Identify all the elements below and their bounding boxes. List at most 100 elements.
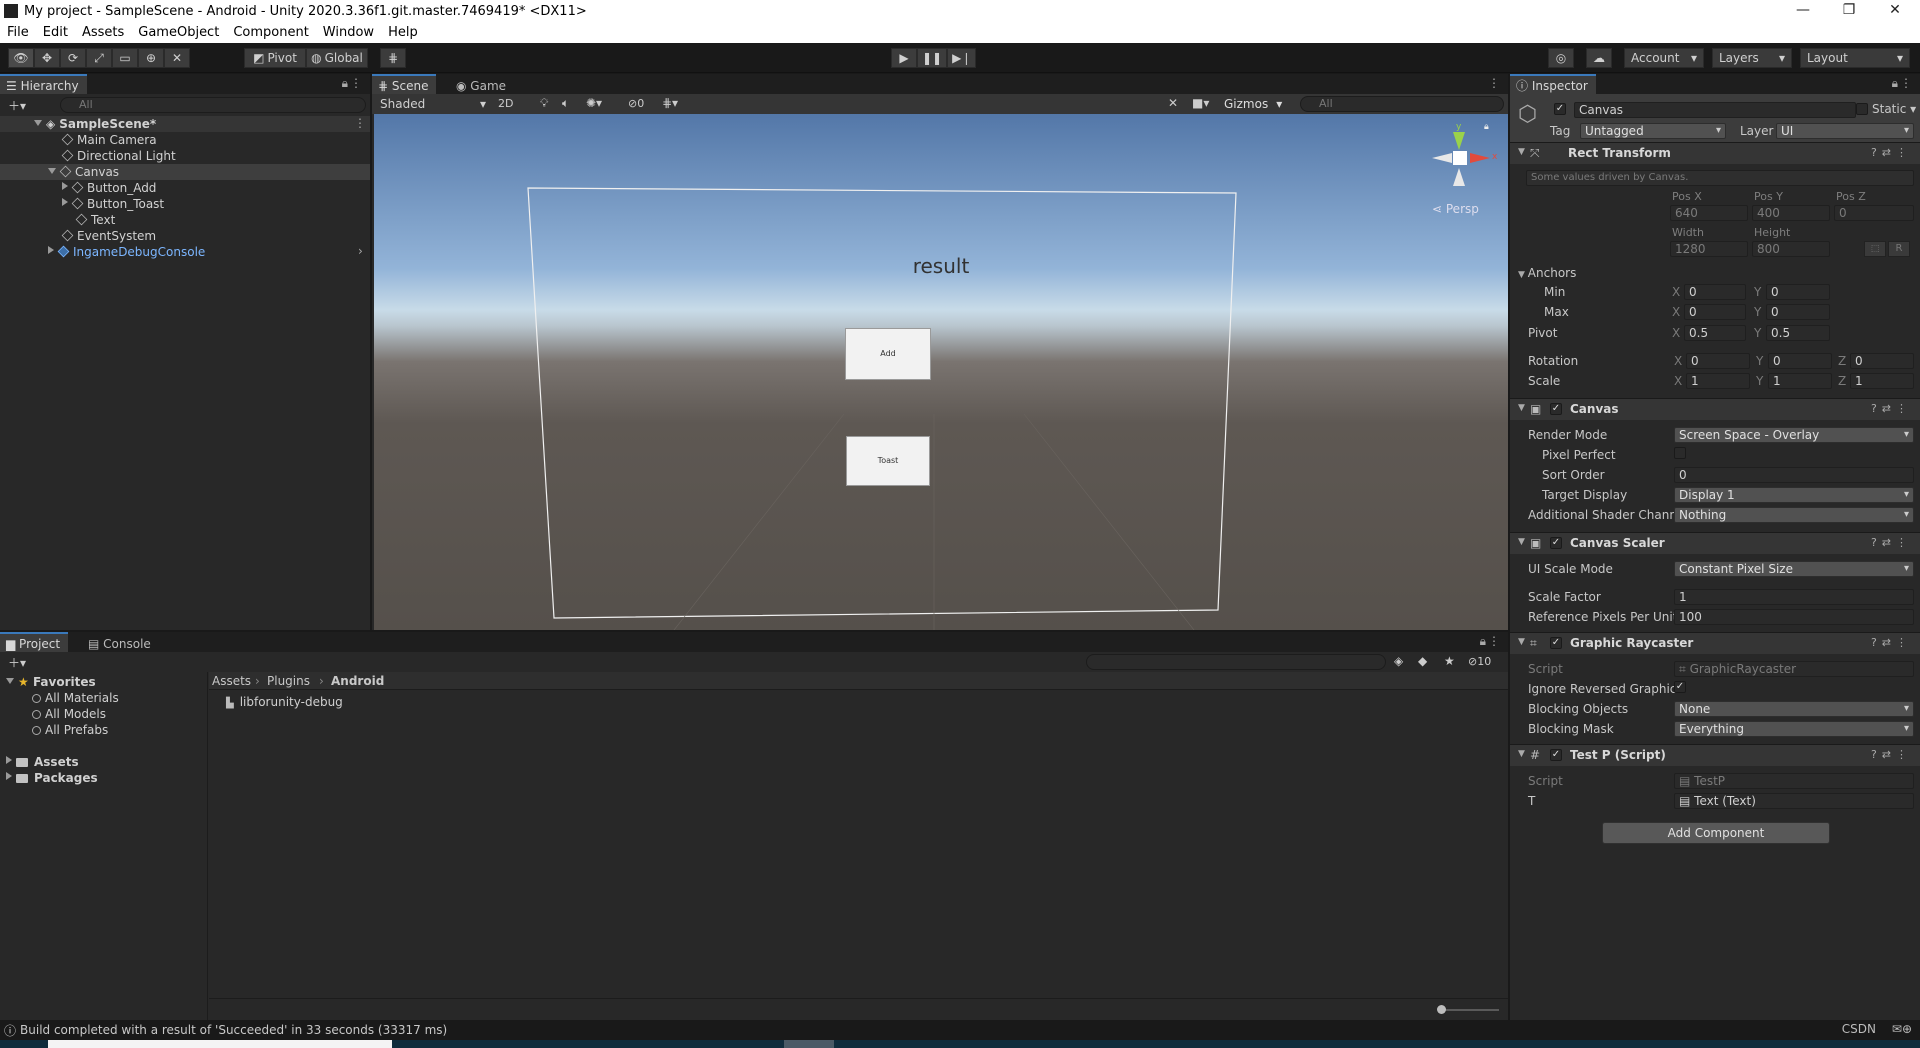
scene-button-add[interactable]: Add <box>845 328 931 380</box>
ref-ppu-field[interactable]: 100 <box>1674 609 1914 625</box>
ui-scale-mode-dropdown[interactable]: Constant Pixel Size <box>1674 561 1914 577</box>
effects-icon[interactable]: ✺▾ <box>586 96 602 110</box>
target-display-dropdown[interactable]: Display 1 <box>1674 487 1914 503</box>
component-header-icons[interactable]: ?⇄⋮ <box>1871 402 1912 415</box>
test-p-enabled-checkbox[interactable]: ✓ <box>1550 749 1562 761</box>
chevron-right-icon[interactable]: › <box>358 244 363 258</box>
grid-icon[interactable]: ⋕▾ <box>662 96 678 110</box>
graphic-raycaster-header[interactable]: ▼ ⌗ ✓ Graphic Raycaster ?⇄⋮ <box>1510 632 1920 654</box>
anchor-max-x-field[interactable]: 0 <box>1684 304 1746 320</box>
breadcrumb-plugins[interactable]: Plugins <box>267 674 310 688</box>
play-button[interactable]: ▶ <box>891 48 917 68</box>
rotation-z-field[interactable]: 0 <box>1850 353 1914 369</box>
favorites-item[interactable]: ★ Favorites <box>6 674 96 690</box>
packages-folder-item[interactable]: Packages <box>6 770 98 786</box>
persp-label[interactable]: ⋖ Persp <box>1432 202 1479 216</box>
breadcrumb-android[interactable]: Android <box>331 674 384 688</box>
lock-icon[interactable]: 🔒︎ <box>1480 634 1486 649</box>
scene-item[interactable]: ◈ SampleScene* <box>34 116 156 132</box>
blueprint-mode-icon[interactable]: ⬚ <box>1864 241 1886 257</box>
anchors-label[interactable]: ▼ Anchors <box>1518 266 1576 280</box>
pause-button[interactable]: ❚❚ <box>917 48 948 68</box>
menu-gameobject[interactable]: GameObject <box>131 22 226 43</box>
toggle-2d-button[interactable]: 2D <box>498 97 513 110</box>
collapsed-arrow-icon[interactable] <box>62 182 68 190</box>
orientation-gizmo[interactable]: y x <box>1428 122 1500 202</box>
anchor-min-y-field[interactable]: 0 <box>1766 284 1830 300</box>
static-dropdown[interactable]: Static ▾ <box>1872 102 1916 116</box>
fold-arrow-icon[interactable]: ▼ <box>1518 147 1525 157</box>
menu-window[interactable]: Window <box>316 22 381 43</box>
add-component-button[interactable]: Add Component <box>1602 822 1830 844</box>
favorite-all-materials[interactable]: All Materials <box>32 690 119 706</box>
scale-x-field[interactable]: 1 <box>1686 373 1750 389</box>
close-button[interactable]: ✕ <box>1872 0 1918 22</box>
tag-dropdown[interactable]: Untagged <box>1580 123 1726 139</box>
component-header-icons[interactable]: ?⇄⋮ <box>1871 146 1912 159</box>
kebab-menu-icon[interactable]: ⋮ <box>1900 76 1912 90</box>
expand-arrow-icon[interactable] <box>34 120 42 126</box>
breadcrumb-assets[interactable]: Assets <box>212 674 251 688</box>
taskbar-app-thumbnail[interactable] <box>48 1040 392 1048</box>
test-p-script-field[interactable]: ▤ TestP <box>1674 773 1914 789</box>
test-p-header[interactable]: ▼ # ✓ Test P (Script) ?⇄⋮ <box>1510 744 1920 766</box>
hierarchy-item-button-toast[interactable]: Button_Toast <box>62 196 164 212</box>
minimize-button[interactable]: — <box>1780 0 1826 22</box>
shader-channels-dropdown[interactable]: Nothing <box>1674 507 1914 523</box>
favorite-all-prefabs[interactable]: All Prefabs <box>32 722 108 738</box>
menu-edit[interactable]: Edit <box>36 22 75 43</box>
fold-arrow-icon[interactable]: ▼ <box>1518 537 1525 547</box>
rect-transform-header[interactable]: ▼ ⤧ Rect Transform ?⇄⋮ <box>1510 142 1920 164</box>
anchor-min-x-field[interactable]: 0 <box>1684 284 1746 300</box>
scale-y-field[interactable]: 1 <box>1768 373 1832 389</box>
layout-dropdown[interactable]: Layout ▾ <box>1800 48 1910 68</box>
canvas-component-header[interactable]: ▼ ▣ ✓ Canvas ?⇄⋮ <box>1510 398 1920 420</box>
sort-order-field[interactable]: 0 <box>1674 467 1914 483</box>
camera-icon[interactable]: ■▾ <box>1192 96 1209 110</box>
pos-z-field[interactable]: 0 <box>1834 205 1914 221</box>
move-tool-icon[interactable]: ✥ <box>34 48 60 68</box>
expand-arrow-icon[interactable] <box>48 168 56 174</box>
favorite-all-models[interactable]: All Models <box>32 706 106 722</box>
gizmo-lock-icon[interactable]: 🔒︎ <box>1484 122 1489 132</box>
menu-component[interactable]: Component <box>226 22 315 43</box>
pos-x-field[interactable]: 640 <box>1670 205 1748 221</box>
shading-dropdown[interactable]: Shaded ▾ <box>374 95 492 113</box>
rotation-x-field[interactable]: 0 <box>1686 353 1750 369</box>
rect-tool-icon[interactable]: ▭ <box>112 48 138 68</box>
rotation-y-field[interactable]: 0 <box>1768 353 1832 369</box>
lock-icon[interactable]: 🔒︎ <box>342 76 348 91</box>
fold-arrow-icon[interactable]: ▼ <box>1518 749 1525 759</box>
status-message[interactable]: Build completed with a result of 'Succee… <box>20 1023 447 1037</box>
tab-hierarchy[interactable]: ☰ Hierarchy <box>0 74 87 94</box>
scale-z-field[interactable]: 1 <box>1850 373 1914 389</box>
search-by-label-icon[interactable]: ◆ <box>1418 654 1427 668</box>
tools-icon[interactable]: ✕ <box>1168 96 1178 110</box>
hidden-objects-icon[interactable]: ⊘0 <box>628 97 644 110</box>
hierarchy-item-canvas[interactable]: Canvas <box>48 164 119 180</box>
ignore-reversed-checkbox[interactable]: ✓ <box>1674 681 1686 693</box>
anchor-max-y-field[interactable]: 0 <box>1766 304 1830 320</box>
width-field[interactable]: 1280 <box>1670 241 1748 257</box>
fold-arrow-icon[interactable]: ▼ <box>1518 403 1525 413</box>
global-toggle[interactable]: ◍ Global <box>306 48 368 68</box>
favorite-star-icon[interactable]: ★ <box>1444 654 1455 668</box>
object-active-checkbox[interactable]: ✓ <box>1554 103 1566 115</box>
pivot-toggle[interactable]: ◩ Pivot <box>244 48 306 68</box>
light-icon[interactable]: 💡︎ <box>540 96 548 111</box>
transform-tool-icon[interactable]: ⊕ <box>138 48 164 68</box>
hierarchy-search-input[interactable]: All <box>60 97 366 113</box>
menu-assets[interactable]: Assets <box>75 22 131 43</box>
collapsed-arrow-icon[interactable] <box>6 756 12 764</box>
icon-size-slider-track[interactable] <box>1443 1009 1499 1011</box>
height-field[interactable]: 800 <box>1752 241 1830 257</box>
add-icon[interactable]: ＋▾ <box>8 654 26 671</box>
scale-factor-field[interactable]: 1 <box>1674 589 1914 605</box>
object-name-field[interactable]: Canvas <box>1574 102 1856 118</box>
blocking-objects-dropdown[interactable]: None <box>1674 701 1914 717</box>
tab-game[interactable]: ◉ Game <box>450 74 514 94</box>
scene-button-toast[interactable]: Toast <box>846 436 930 486</box>
collapsed-arrow-icon[interactable] <box>6 772 12 780</box>
layers-dropdown[interactable]: Layers ▾ <box>1712 48 1792 68</box>
hierarchy-item-text[interactable]: Text <box>75 212 115 228</box>
